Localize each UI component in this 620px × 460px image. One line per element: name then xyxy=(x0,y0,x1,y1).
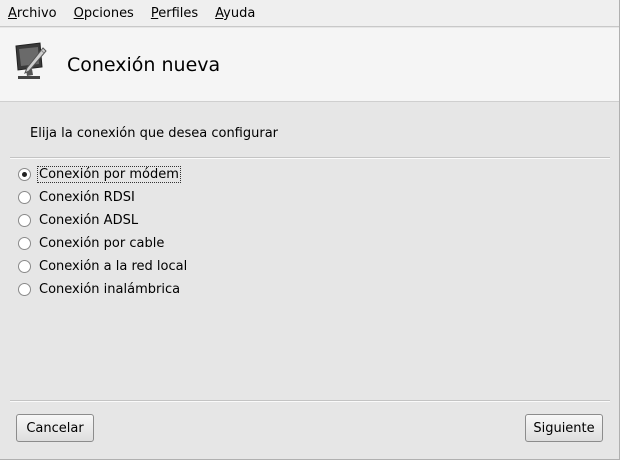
cancel-button[interactable]: Cancelar xyxy=(16,414,94,442)
radio-label[interactable]: Conexión por módem xyxy=(37,166,181,183)
radio-button[interactable] xyxy=(18,191,31,204)
separator xyxy=(10,157,610,159)
radio-option-rdsi[interactable]: Conexión RDSI xyxy=(18,186,188,209)
radio-option-wireless[interactable]: Conexión inalámbrica xyxy=(18,278,188,301)
radio-button[interactable] xyxy=(18,260,31,273)
menu-perfiles[interactable]: Perfiles xyxy=(151,6,198,21)
radio-label[interactable]: Conexión por cable xyxy=(38,236,165,251)
network-config-icon xyxy=(15,42,47,79)
radio-button[interactable] xyxy=(18,168,31,181)
radio-label[interactable]: Conexión RDSI xyxy=(38,190,136,205)
menu-ayuda[interactable]: Ayuda xyxy=(215,6,255,21)
header-banner: Conexión nueva xyxy=(0,28,619,102)
menubar: Archivo Opciones Perfiles Ayuda xyxy=(0,0,619,27)
radio-button[interactable] xyxy=(18,283,31,296)
radio-label[interactable]: Conexión a la red local xyxy=(38,259,188,274)
menu-archivo[interactable]: Archivo xyxy=(8,6,57,21)
page-title: Conexión nueva xyxy=(67,54,221,76)
connection-wizard-window: Archivo Opciones Perfiles Ayuda Conexión… xyxy=(0,0,620,460)
radio-option-cable[interactable]: Conexión por cable xyxy=(18,232,188,255)
separator xyxy=(10,400,610,402)
radio-label[interactable]: Conexión inalámbrica xyxy=(38,282,181,297)
radio-label[interactable]: Conexión ADSL xyxy=(38,213,139,228)
radio-option-adsl[interactable]: Conexión ADSL xyxy=(18,209,188,232)
connection-type-radio-group: Conexión por módem Conexión RDSI Conexió… xyxy=(18,163,188,301)
radio-option-modem[interactable]: Conexión por módem xyxy=(18,163,188,186)
menu-opciones[interactable]: Opciones xyxy=(74,6,134,21)
radio-button[interactable] xyxy=(18,214,31,227)
instruction-text: Elija la conexión que desea configurar xyxy=(30,126,279,141)
radio-button[interactable] xyxy=(18,237,31,250)
next-button[interactable]: Siguiente xyxy=(525,414,603,442)
radio-option-lan[interactable]: Conexión a la red local xyxy=(18,255,188,278)
